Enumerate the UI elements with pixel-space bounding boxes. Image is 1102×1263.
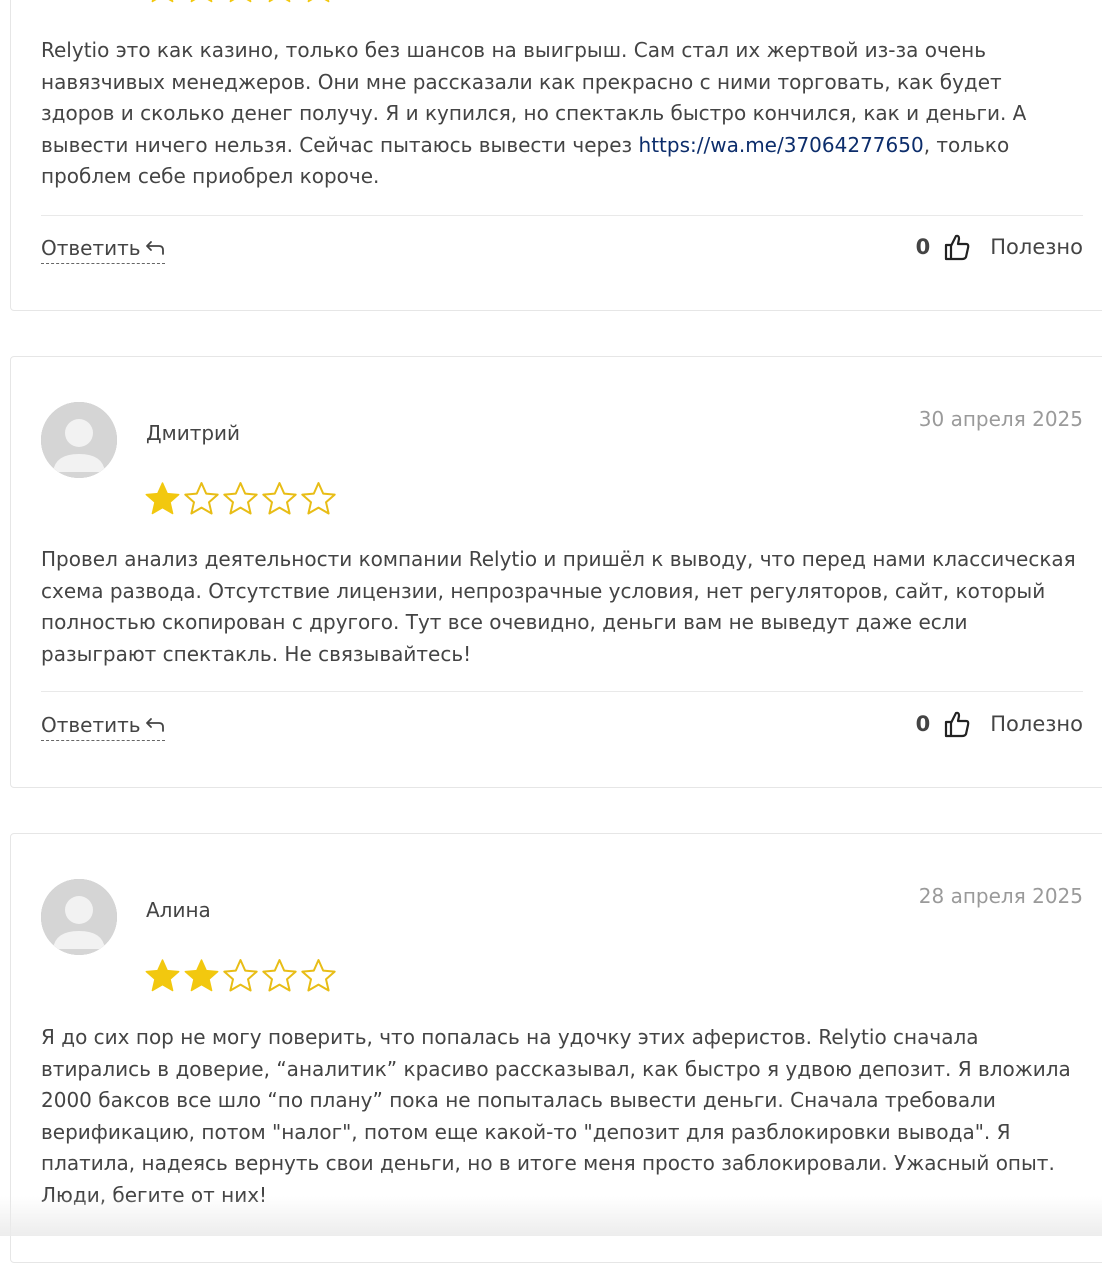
star-empty-icon [262,482,297,515]
reply-label: Ответить [41,236,141,260]
star-filled-icon [145,959,180,992]
star-filled-icon [184,959,219,992]
star-empty-icon [184,482,219,515]
likes-count: 0 [915,235,931,259]
whatsapp-link[interactable]: https://wa.me/37064277650 [639,133,924,157]
star-empty-icon [262,959,297,992]
thumbs-up-icon[interactable] [944,710,970,738]
review-card: Дмитрий 30 апреля 2025 Провел анализ дея… [10,356,1102,788]
review-date: 28 апреля 2025 [918,884,1083,908]
helpful-section: 0 Полезно [916,233,1083,261]
author-name: Дмитрий [146,421,241,445]
rating-stars [144,481,337,517]
reply-label: Ответить [41,713,141,737]
reply-arrow-icon [145,241,164,255]
star-filled-icon [229,0,252,3]
star-empty-icon [301,482,336,515]
star-empty-icon [223,482,258,515]
star-filled-icon [145,482,180,515]
helpful-button[interactable]: Полезно [990,712,1083,736]
reply-arrow-icon [145,718,164,732]
star-filled-icon [268,0,291,3]
reply-button[interactable]: Ответить [41,236,165,264]
bottom-fade [0,1196,1102,1236]
star-filled-icon [190,0,213,3]
divider [41,691,1083,692]
review-text: Relytio это как казино, только без шансо… [41,38,1027,188]
avatar [41,402,117,478]
star-empty-icon [223,959,258,992]
star-filled-icon [151,0,174,3]
thumbs-up-icon[interactable] [944,233,970,261]
user-placeholder-icon [41,402,117,478]
review-text: Я до сих пор не могу поверить, что попал… [41,1025,1071,1207]
rating-stars [144,0,337,5]
review-card: Relytio это как казино, только без шансо… [10,0,1102,311]
avatar [41,879,117,955]
helpful-button[interactable]: Полезно [990,235,1083,259]
star-filled-icon [307,0,330,3]
author-name: Алина [146,898,211,922]
helpful-section: 0 Полезно [916,710,1083,738]
likes-count: 0 [915,712,931,736]
rating-stars [144,958,337,994]
review-date: 30 апреля 2025 [918,407,1083,431]
reply-button[interactable]: Ответить [41,713,165,741]
user-placeholder-icon [41,879,117,955]
divider [41,215,1083,216]
star-empty-icon [301,959,336,992]
review-text: Провел анализ деятельности компании Rely… [41,547,1076,666]
